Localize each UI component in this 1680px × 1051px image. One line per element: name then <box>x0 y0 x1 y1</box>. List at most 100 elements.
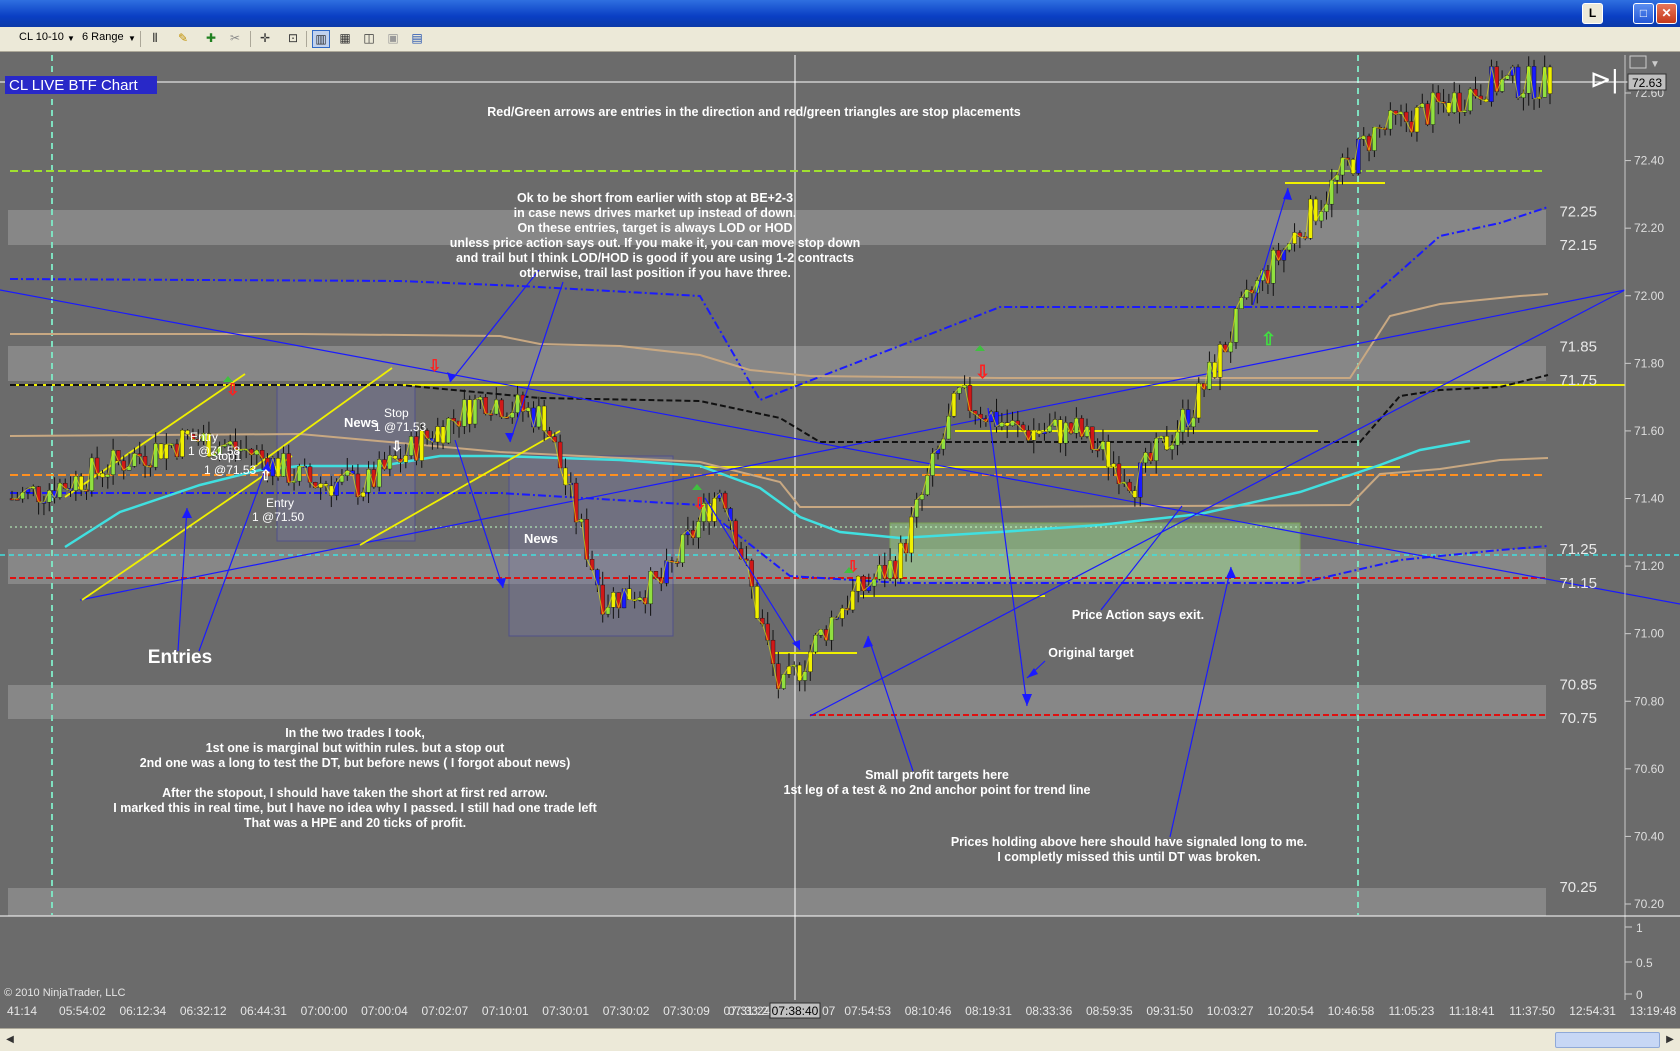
price-bar <box>419 430 424 461</box>
price-bar <box>914 499 919 518</box>
svg-text:⇩: ⇩ <box>975 362 990 382</box>
price-bar <box>1329 179 1335 205</box>
price-bar <box>435 426 440 443</box>
x-tick-label: 41:14 <box>7 1004 37 1018</box>
price-bar <box>941 438 946 450</box>
chart-style-3-icon[interactable]: ◫ <box>360 30 378 48</box>
price-bar <box>1436 92 1441 102</box>
price-bar <box>648 571 653 605</box>
minimize-button[interactable]: L <box>1582 3 1603 24</box>
price-bar <box>531 407 536 428</box>
short-note-line: and trail but I think LOD/HOD is good if… <box>456 251 854 265</box>
pencil-icon[interactable]: ✎ <box>174 30 192 48</box>
price-bar <box>1457 92 1462 113</box>
x-tick-label: 07:10:01 <box>482 1004 529 1018</box>
price-bar <box>515 394 520 413</box>
price-bar <box>967 385 973 411</box>
price-bar <box>563 467 568 486</box>
price-bar <box>73 476 79 491</box>
chart-style-1-icon[interactable]: ▥ <box>312 30 330 48</box>
x-tick-label: 11:37:50 <box>1509 1004 1555 1018</box>
trades-note-line: I marked this in real time, but I have n… <box>113 801 597 815</box>
properties-icon[interactable]: ▣ <box>384 30 402 48</box>
price-bar <box>696 521 701 538</box>
price-bar <box>1515 66 1521 99</box>
trades-note-line: That was a HPE and 20 ticks of profit. <box>244 816 466 830</box>
zoom-icon[interactable]: ⊡ <box>284 30 302 48</box>
price-bar <box>377 459 382 488</box>
plus-icon[interactable]: ✚ <box>202 30 220 48</box>
zone-price-label: 72.25 <box>1559 203 1597 220</box>
price-chart[interactable]: ⇩ ⇩ ⇩ ⇩ ⇩ ⇧ ⇩ ⇧ 72.60 72.40 72.20 72.00 71.8… <box>0 52 1680 1027</box>
crosshair-icon[interactable]: ✛ <box>256 30 274 48</box>
price-bar <box>722 492 728 509</box>
x-tick-label: 07:30:01 <box>542 1004 589 1018</box>
crosshair-time-tag: 07:38:40 <box>772 1004 819 1018</box>
price-action-note: Price Action says exit. <box>1072 608 1204 622</box>
svg-text:⇩: ⇩ <box>428 358 441 375</box>
entry-label: Entry <box>266 496 294 510</box>
price-bar <box>754 586 760 619</box>
price-bar <box>850 590 856 611</box>
price-bar <box>1526 66 1531 94</box>
chevron-down-icon[interactable]: ▼ <box>128 34 136 43</box>
chevron-down-icon[interactable]: ▼ <box>1650 59 1660 70</box>
price-bar <box>1196 383 1201 419</box>
price-bar <box>1271 250 1276 284</box>
x-tick-label: 10:46:58 <box>1328 1004 1375 1018</box>
small-profit-note: 1st leg of a test & no 2nd anchor point … <box>784 783 1091 797</box>
price-bar <box>616 592 621 609</box>
scroll-end-icon[interactable]: ⊳| <box>1590 64 1619 94</box>
header-annotation: Red/Green arrows are entries in the dire… <box>487 105 1021 119</box>
price-bar <box>1281 249 1287 261</box>
price-bar <box>446 418 451 444</box>
y-tick-label: 71.40 <box>1634 492 1664 506</box>
data-box-icon[interactable]: ▤ <box>408 30 426 48</box>
chart-style-2-icon[interactable]: ▦ <box>336 30 354 48</box>
horizontal-scrollbar[interactable]: ◀ ▶ <box>0 1028 1680 1051</box>
y-tick-label: 71.60 <box>1634 424 1664 438</box>
scissors-icon[interactable]: ✂ <box>226 30 244 48</box>
scroll-right-icon[interactable]: ▶ <box>1662 1032 1678 1048</box>
scrollbar-thumb[interactable] <box>1555 1032 1660 1048</box>
svg-text:⇧: ⇧ <box>260 467 272 483</box>
price-bar <box>1191 417 1196 428</box>
x-tick-label: 07:00:04 <box>361 1004 408 1018</box>
interval-selector[interactable]: 6 Range <box>82 31 124 43</box>
scroll-left-icon[interactable]: ◀ <box>2 1032 18 1048</box>
price-bar <box>595 569 600 586</box>
trades-note-line: After the stopout, I should have taken t… <box>162 786 548 800</box>
price-bar <box>1090 426 1095 450</box>
price-bar <box>1340 157 1345 176</box>
maximize-button[interactable]: □ <box>1633 3 1654 24</box>
x-tick-label: 10:03:27 <box>1207 1004 1254 1018</box>
close-button[interactable]: ✕ <box>1656 3 1677 24</box>
trades-note-line: In the two trades I took, <box>285 726 425 740</box>
price-bar <box>951 393 957 417</box>
instrument-selector[interactable]: CL 10-10 <box>19 31 64 43</box>
holding-note: I completly missed this until DT was bro… <box>997 850 1260 864</box>
price-bar <box>664 560 669 584</box>
zone-price-label: 70.25 <box>1559 879 1597 896</box>
price-bar <box>1531 66 1537 100</box>
price-bar <box>1175 431 1180 446</box>
zone-price-label: 71.75 <box>1559 372 1597 389</box>
bars-icon[interactable]: ⫴ <box>146 30 164 48</box>
x-tick-label: 10:20:54 <box>1267 1004 1314 1018</box>
x-tick-label: 07 <box>822 1004 836 1018</box>
volume-tick: 0 <box>1636 988 1643 1002</box>
price-bar <box>1138 462 1143 498</box>
price-bar <box>802 671 808 681</box>
price-bar <box>1372 127 1377 151</box>
price-bar <box>600 584 605 615</box>
price-bar <box>142 456 148 466</box>
chevron-down-icon[interactable]: ▼ <box>67 34 75 43</box>
price-bar <box>536 405 542 428</box>
price-bar <box>781 674 786 689</box>
price-bar <box>1276 250 1281 261</box>
x-tick-label: 07:33:2 <box>728 1004 768 1018</box>
price-bar <box>158 443 164 459</box>
y-tick-label: 71.80 <box>1634 356 1664 370</box>
price-bar <box>909 516 914 554</box>
stop-price: 1 @71.53 <box>204 463 257 477</box>
